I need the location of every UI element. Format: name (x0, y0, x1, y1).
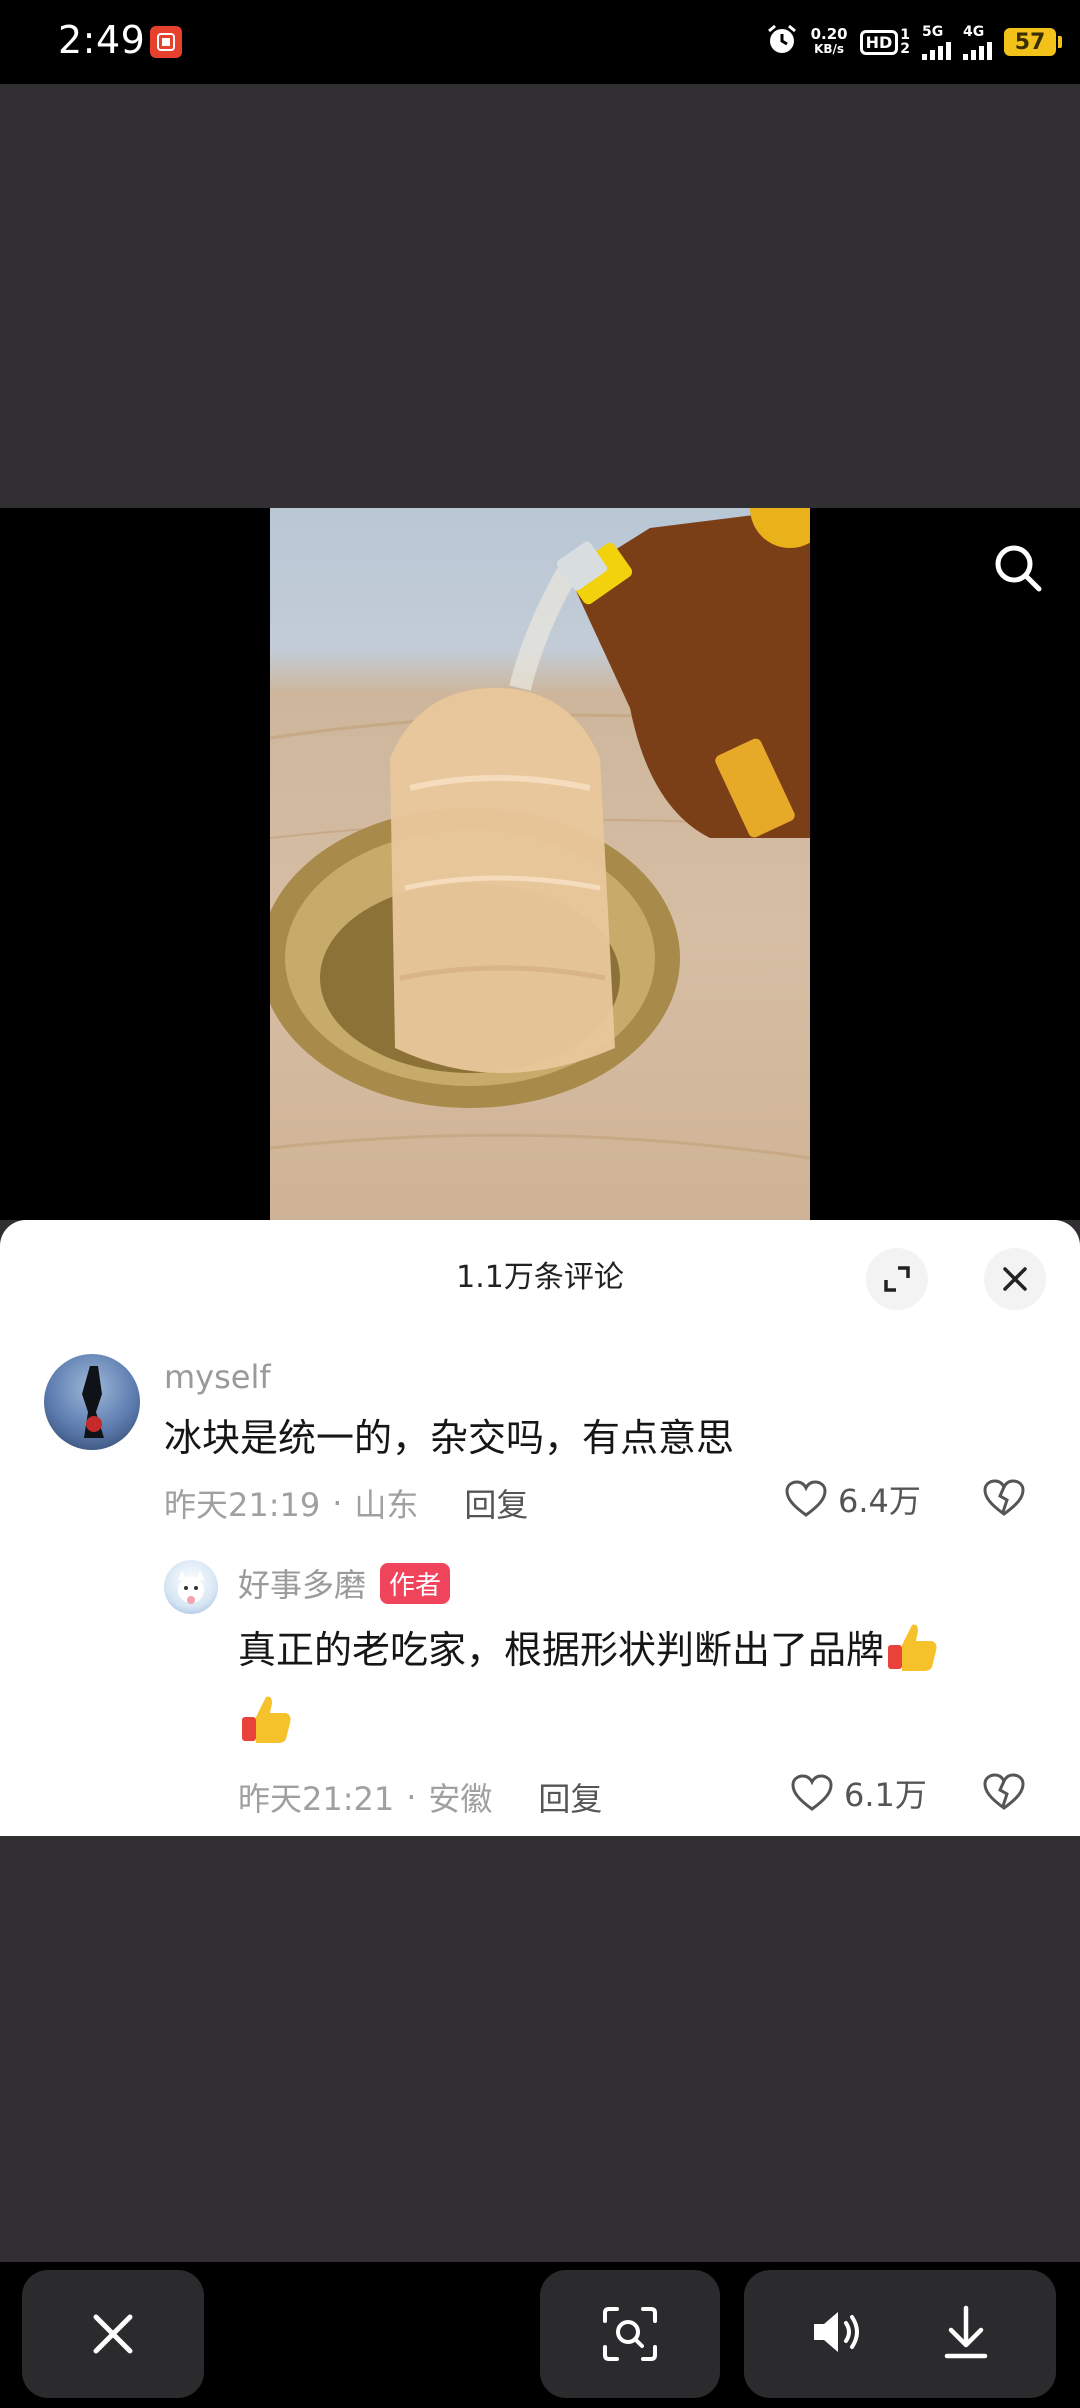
avatar[interactable] (44, 1354, 140, 1450)
sim2-label: 2 (900, 41, 910, 57)
net1-label: 5G (922, 24, 944, 40)
expand-icon (884, 1266, 910, 1292)
video-image (270, 508, 810, 1160)
reply-meta: 昨天21:21 · 安徽 回复 (238, 1774, 602, 1820)
volume-button[interactable] (810, 2307, 870, 2361)
like-button[interactable]: 6.1万 (790, 1770, 927, 1816)
lens-scan-icon (603, 2307, 657, 2361)
like-count: 6.4万 (838, 1482, 921, 1520)
battery-indicator: 57 (1004, 28, 1062, 56)
net-speed: 0.20 KB/s (811, 27, 848, 57)
reply-button[interactable]: 回复 (538, 1774, 602, 1820)
search-icon (995, 545, 1042, 592)
reply-username[interactable]: 好事多磨 (238, 1560, 366, 1606)
status-indicators: 0.20 KB/s HD 1 2 5G 4G 57 (765, 16, 1062, 68)
like-button[interactable]: 6.4万 (784, 1476, 921, 1522)
media-actions-group (744, 2270, 1056, 2398)
reply-text-block: 真正的老吃家，根据形状判断出了品牌 (238, 1614, 1018, 1758)
signal-5g: 5G (922, 24, 951, 60)
hd-indicator: HD 1 2 (859, 27, 910, 57)
avatar[interactable] (164, 1560, 218, 1614)
video-frame[interactable] (270, 508, 810, 1220)
lens-scan-button[interactable] (540, 2270, 720, 2398)
heart-icon (785, 1480, 827, 1517)
battery-level: 57 (1014, 29, 1046, 55)
reply-time: 昨天21:21 (238, 1780, 395, 1818)
like-count: 6.1万 (844, 1776, 927, 1814)
broken-heart-icon (983, 1479, 1025, 1516)
comment-meta: 昨天21:19 · 山东 回复 (164, 1480, 528, 1526)
hd-label: HD (859, 29, 899, 55)
heart-icon (791, 1774, 833, 1811)
thumbs-up-emoji-icon (242, 1696, 291, 1743)
signal-bars-icon (963, 40, 992, 60)
comment-time: 昨天21:19 (164, 1486, 321, 1524)
avatar-image (178, 1570, 204, 1604)
dislike-button[interactable] (982, 1772, 1026, 1816)
broken-heart-icon (983, 1773, 1025, 1810)
close-icon (93, 2314, 133, 2354)
expand-button[interactable] (866, 1248, 928, 1310)
dislike-button[interactable] (982, 1478, 1026, 1522)
signal-bars-icon (922, 40, 951, 60)
meta-separator: · (332, 1484, 343, 1522)
download-button[interactable] (941, 2304, 991, 2364)
reply-button[interactable]: 回复 (464, 1480, 528, 1526)
net2-label: 4G (963, 24, 985, 40)
thumbs-up-emoji-icon (888, 1624, 937, 1671)
search-button[interactable] (986, 536, 1050, 600)
reply-location: 安徽 (428, 1780, 493, 1818)
close-viewer-button[interactable] (22, 2270, 204, 2398)
sim1-label: 1 (900, 27, 910, 43)
author-badge: 作者 (380, 1562, 451, 1604)
alarm-icon (765, 23, 799, 61)
close-icon (1003, 1267, 1027, 1291)
download-icon (944, 2305, 987, 2359)
comment-username[interactable]: myself (164, 1358, 271, 1396)
comment-location: 山东 (354, 1486, 419, 1524)
avatar-image (82, 1366, 104, 1438)
meta-separator: · (406, 1778, 417, 1816)
signal-4g: 4G (963, 24, 992, 60)
net-speed-unit: KB/s (814, 42, 845, 56)
close-comments-button[interactable] (984, 1248, 1046, 1310)
net-speed-value: 0.20 (810, 25, 848, 43)
app-notification-icon (150, 26, 182, 58)
comment-text: 冰块是统一的，杂交吗，有点意思 (164, 1416, 735, 1460)
volume-icon (813, 2312, 859, 2352)
reply-text: 真正的老吃家，根据形状判断出了品牌 (238, 1628, 885, 1672)
status-time: 2:49 (58, 18, 146, 62)
reply-header: 好事多磨 作者 (238, 1560, 451, 1606)
